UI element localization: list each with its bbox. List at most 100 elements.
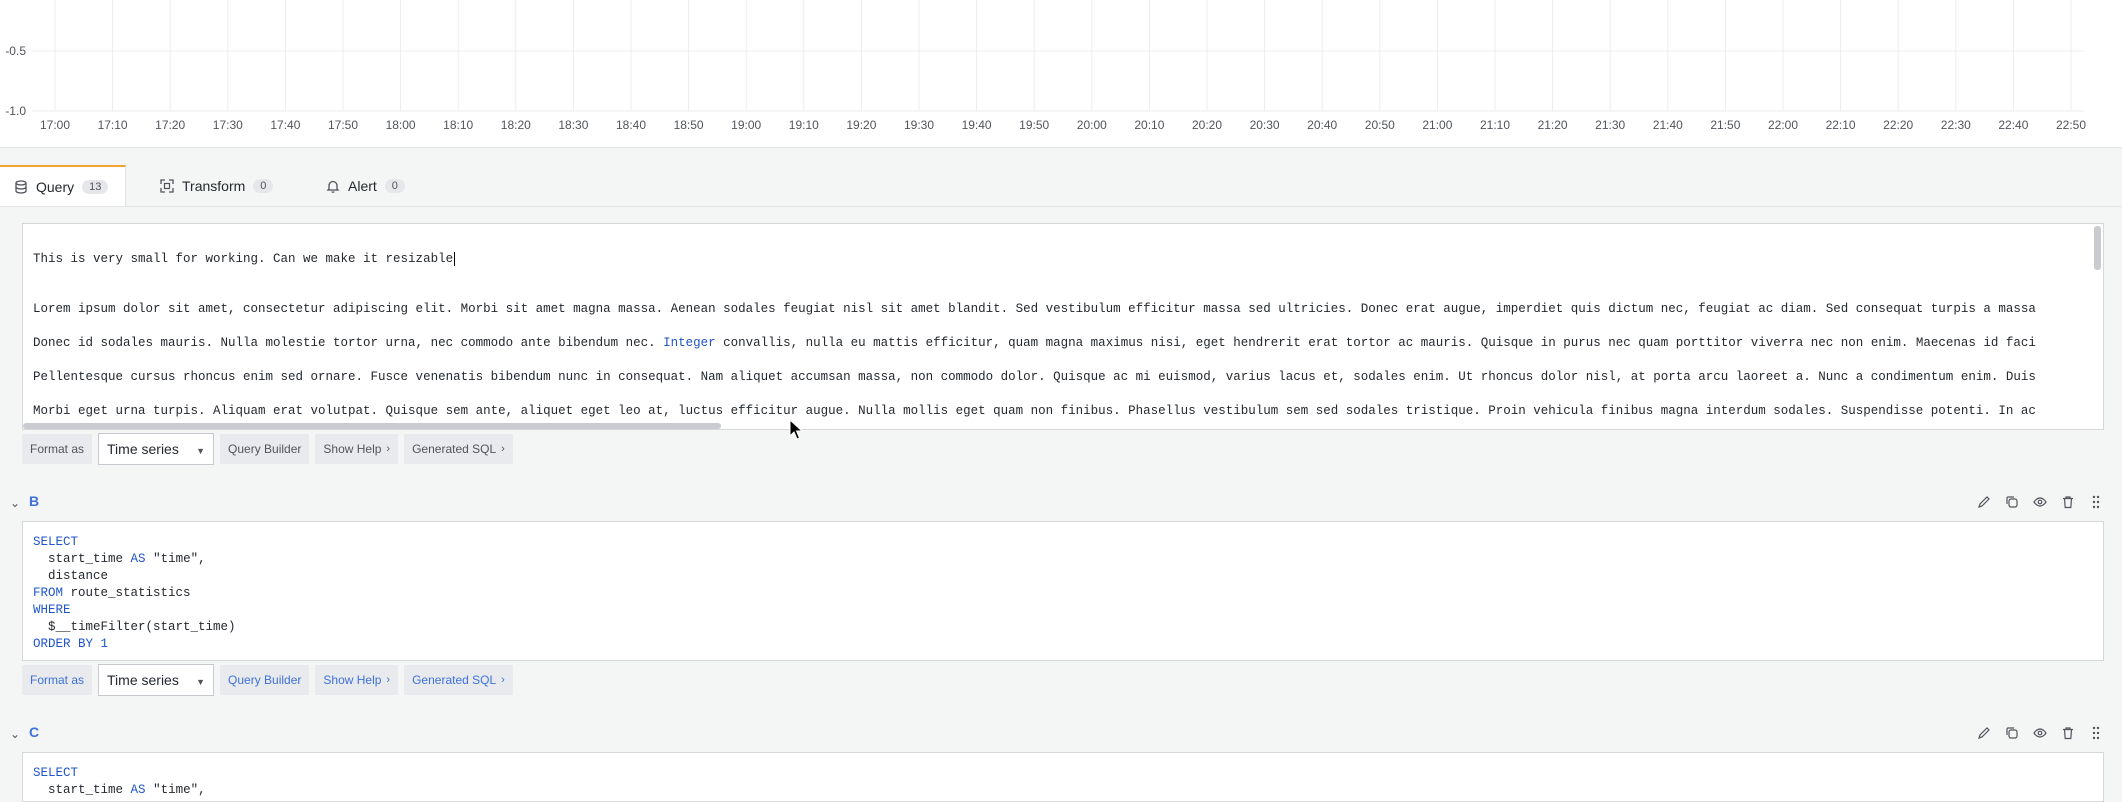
query-b-editor[interactable]: SELECT start_time AS "time", distance FR… — [22, 521, 2104, 661]
x-tick-label: 20:30 — [1250, 118, 1280, 132]
query-c-row-actions — [1976, 725, 2104, 741]
sql-line-1: SELECT — [33, 535, 79, 549]
sql-line-2: start_time AS "time", — [48, 783, 206, 797]
query-tabs: Query 13 Transform 0 Alert 0 — [0, 165, 2122, 207]
query-b-row-actions — [1976, 494, 2104, 510]
x-tick-label: 21:10 — [1480, 118, 1510, 132]
editor-vertical-scrollbar[interactable] — [2094, 226, 2101, 270]
x-tick-label: 18:00 — [386, 118, 416, 132]
tab-alert[interactable]: Alert 0 — [312, 165, 419, 206]
format-as-select[interactable]: Time series ▼ — [98, 433, 215, 465]
drag-handle-icon[interactable] — [2088, 725, 2104, 741]
editor-line-lorem-3: Pellentesque cursus rhoncus enim sed orn… — [33, 370, 2036, 384]
eye-icon[interactable] — [2032, 725, 2048, 741]
sql-line-7: ORDER BY 1 — [33, 637, 109, 651]
x-tick-label: 20:20 — [1192, 118, 1222, 132]
trash-icon[interactable] — [2060, 725, 2076, 741]
x-tick-label: 21:20 — [1538, 118, 1568, 132]
format-as-value: Time series — [107, 672, 179, 688]
drag-handle-icon[interactable] — [2088, 494, 2104, 510]
generated-sql-button[interactable]: Generated SQL › — [404, 665, 513, 695]
show-help-label: Show Help — [323, 673, 382, 687]
y-tick-label: -0.5 — [5, 44, 26, 58]
collapse-chevron-icon[interactable]: ⌄ — [10, 727, 20, 741]
x-tick-label: 21:00 — [1422, 118, 1452, 132]
generated-sql-button[interactable]: Generated SQL › — [404, 434, 513, 464]
query-a-editor[interactable]: This is very small for working. Can we m… — [22, 223, 2104, 430]
y-tick-label: -1.0 — [5, 104, 26, 118]
x-tick-label: 19:10 — [789, 118, 819, 132]
query-c-header: ⌄ C — [0, 716, 2122, 750]
chevron-right-icon: › — [501, 443, 505, 455]
x-tick-label: 22:20 — [1883, 118, 1913, 132]
tab-alert-label: Alert — [348, 177, 377, 194]
show-help-button[interactable]: Show Help › — [315, 434, 399, 464]
text-caret — [454, 252, 456, 266]
show-help-label: Show Help — [323, 442, 382, 456]
x-tick-label: 22:50 — [2056, 118, 2086, 132]
sql-line-2: start_time AS "time", — [48, 552, 206, 566]
duplicate-icon[interactable] — [2004, 725, 2020, 741]
x-tick-label: 22:00 — [1768, 118, 1798, 132]
query-c-name[interactable]: C — [29, 724, 39, 740]
tab-query[interactable]: Query 13 — [0, 165, 126, 206]
x-tick-label: 17:30 — [213, 118, 243, 132]
duplicate-icon[interactable] — [2004, 494, 2020, 510]
bell-icon — [326, 179, 340, 193]
query-a-options: Format as Time series ▼ Query Builder Sh… — [22, 432, 513, 466]
query-b-options: Format as Time series ▼ Query Builder Sh… — [22, 663, 513, 697]
chevron-right-icon: › — [386, 674, 391, 686]
x-tick-label: 18:20 — [501, 118, 531, 132]
x-tick-label: 17:00 — [40, 118, 70, 132]
edit-icon[interactable] — [1976, 494, 1992, 510]
x-tick-label: 19:00 — [731, 118, 761, 132]
query-b-header: ⌄ B — [0, 485, 2122, 519]
trash-icon[interactable] — [2060, 494, 2076, 510]
x-tick-label: 21:40 — [1653, 118, 1683, 132]
generated-sql-label: Generated SQL — [412, 673, 497, 687]
query-builder-button[interactable]: Query Builder — [220, 434, 310, 464]
x-tick-label: 20:00 — [1077, 118, 1107, 132]
generated-sql-label: Generated SQL — [412, 442, 497, 456]
query-c-editor[interactable]: SELECT start_time AS "time", — [22, 752, 2104, 802]
editor-horizontal-scrollbar[interactable] — [23, 423, 721, 429]
format-as-label: Format as — [22, 434, 93, 464]
database-icon — [14, 179, 28, 194]
x-tick-label: 19:30 — [904, 118, 934, 132]
x-tick-label: 22:40 — [1998, 118, 2028, 132]
tab-transform[interactable]: Transform 0 — [146, 165, 287, 206]
x-tick-label: 19:50 — [1019, 118, 1049, 132]
x-tick-label: 19:40 — [962, 118, 992, 132]
x-tick-label: 20:10 — [1134, 118, 1164, 132]
edit-icon[interactable] — [1976, 725, 1992, 741]
chevron-right-icon: › — [386, 443, 391, 455]
x-tick-label: 21:30 — [1595, 118, 1625, 132]
format-as-select[interactable]: Time series ▼ — [98, 664, 215, 696]
transform-icon — [160, 178, 174, 193]
time-series-chart: -0.5 -1.0 17:00 17:10 17:20 17:30 17:40 17:50 18… — [0, 0, 2122, 148]
x-tick-label: 21:50 — [1710, 118, 1740, 132]
x-tick-label: 22:10 — [1826, 118, 1856, 132]
editor-line-lorem-2: Donec id sodales mauris. Nulla molestie … — [33, 336, 2036, 350]
sql-line-6: $__timeFilter(start_time) — [48, 620, 236, 634]
collapse-chevron-icon[interactable]: ⌄ — [10, 496, 20, 510]
editor-line-lorem-4: Morbi eget urna turpis. Aliquam erat vol… — [33, 404, 2036, 418]
eye-icon[interactable] — [2032, 494, 2048, 510]
query-b-name[interactable]: B — [29, 493, 39, 509]
x-tick-label: 17:40 — [270, 118, 300, 132]
x-tick-label: 17:10 — [98, 118, 128, 132]
x-tick-label: 22:30 — [1941, 118, 1971, 132]
sql-line-3: distance — [48, 569, 109, 583]
x-tick-label: 17:50 — [328, 118, 358, 132]
x-tick-label: 18:50 — [674, 118, 704, 132]
chart-svg: -0.5 -1.0 17:00 17:10 17:20 17:30 17:40 17:50 18… — [5, 0, 2086, 132]
show-help-button[interactable]: Show Help › — [315, 665, 399, 695]
tab-transform-count: 0 — [253, 178, 274, 193]
format-as-label: Format as — [22, 665, 93, 695]
sql-line-1: SELECT — [33, 766, 79, 780]
sql-line-5: WHERE — [33, 603, 71, 617]
tab-query-label: Query — [36, 178, 75, 195]
query-builder-button[interactable]: Query Builder — [220, 665, 310, 695]
x-tick-label: 19:20 — [846, 118, 876, 132]
x-tick-label: 18:40 — [616, 118, 646, 132]
